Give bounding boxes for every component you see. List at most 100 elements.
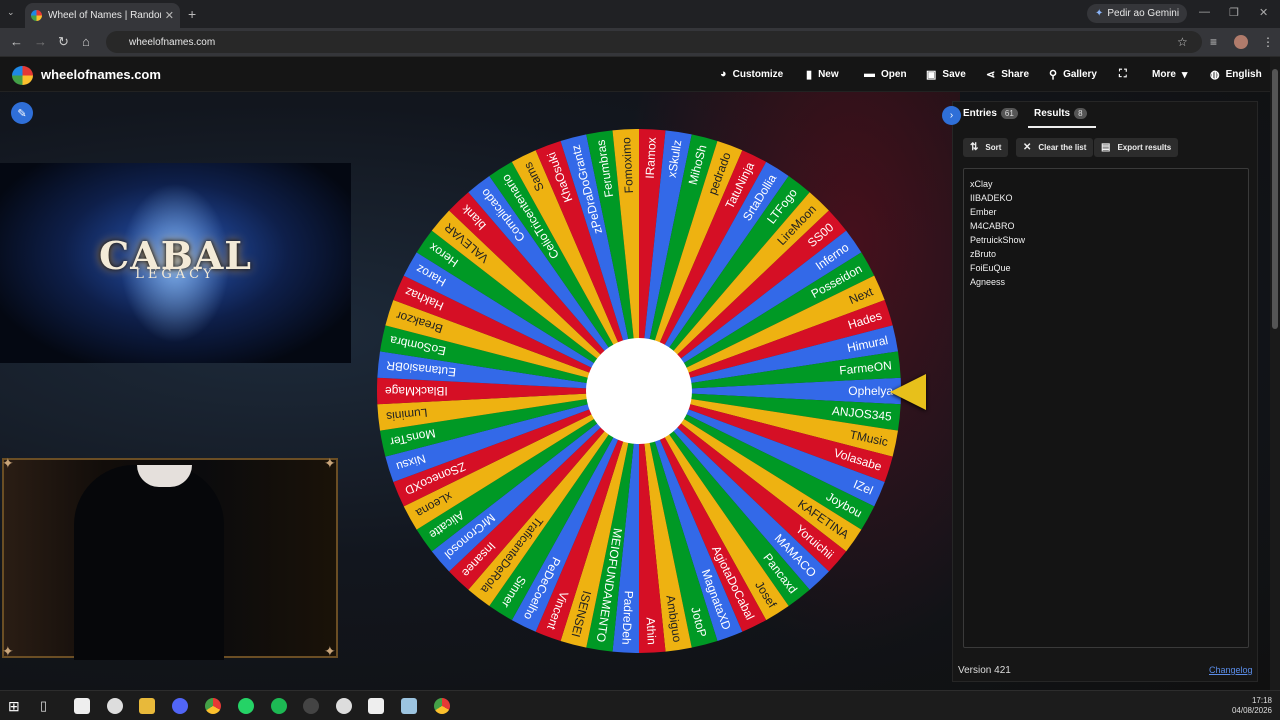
frame-corner-icon: ✦ <box>324 455 336 471</box>
wheel-entry-label: IBlackMage <box>385 384 448 398</box>
media-controls-icon[interactable]: ≡ <box>1210 35 1217 49</box>
chrome-app-icon[interactable] <box>205 698 221 714</box>
browser-tab[interactable]: Wheel of Names | Random nam ✕ <box>25 3 180 28</box>
result-item: IIBADEKO <box>970 193 1013 203</box>
sort-icon: ⇅ <box>970 142 979 153</box>
url-field[interactable]: wheelofnames.com <box>106 31 1202 53</box>
task-view-icon[interactable]: ▯ <box>40 698 56 714</box>
result-item: xClay <box>970 179 993 189</box>
system-clock[interactable]: 17:18 04/08/2026 <box>1232 696 1272 716</box>
wheel-entry-label: Ophelya <box>848 384 893 398</box>
discord-app-icon[interactable] <box>172 698 188 714</box>
scrollbar-thumb[interactable] <box>1272 69 1278 329</box>
address-bar-row: ← → ↻ ⌂ wheelofnames.com ☆ ≡ ⋮ <box>0 28 1280 57</box>
export-results-button[interactable]: ▤ Export results <box>1094 138 1179 157</box>
close-tab-icon[interactable]: ✕ <box>165 9 174 22</box>
tab-entries[interactable]: Entries 61 <box>963 108 1018 119</box>
results-count-badge: 8 <box>1074 108 1087 119</box>
clock-date: 04/08/2026 <box>1231 706 1272 715</box>
browser-menu-icon[interactable]: ⋮ <box>1262 35 1274 49</box>
person-silhouette <box>74 465 224 660</box>
share-button[interactable]: ⋖ Share <box>986 68 1029 81</box>
result-item: zBruto <box>970 249 997 259</box>
gallery-button[interactable]: ⚲ Gallery <box>1049 68 1097 81</box>
result-item: M4CABRO <box>970 221 1015 231</box>
spotify-app-icon[interactable] <box>271 698 287 714</box>
wheel-entry-label: PadreDeh <box>619 590 636 645</box>
obs-app-icon[interactable] <box>303 698 319 714</box>
app-icon[interactable] <box>107 698 123 714</box>
edit-pencil-icon[interactable]: ✎ <box>11 102 33 124</box>
file-icon: ▮ <box>806 69 813 81</box>
wheel-svg[interactable]: OphelyaANJOS345TMusicVolasabeIZelJoybouK… <box>372 124 906 658</box>
share-icon: ⋖ <box>986 69 996 81</box>
frame-corner-icon: ✦ <box>324 643 336 659</box>
customize-button[interactable]: ◕ Customize <box>720 68 783 80</box>
page-scrollbar[interactable] <box>1270 57 1280 690</box>
app-icon[interactable] <box>336 698 352 714</box>
url-text: wheelofnames.com <box>129 36 216 48</box>
save-icon: ▣ <box>926 69 937 81</box>
site-header: wheelofnames.com ◕ Customize ▮ New ▬ Open ▣… <box>0 57 1270 92</box>
new-button[interactable]: ▮ New <box>806 68 839 81</box>
collapse-panel-icon[interactable]: › <box>942 106 961 125</box>
banner-subtitle: LEGACY <box>135 267 216 282</box>
app-icon[interactable] <box>401 698 417 714</box>
minimize-icon[interactable]: — <box>1199 6 1210 18</box>
reload-icon[interactable]: ↻ <box>58 34 69 50</box>
notepad-app-icon[interactable] <box>74 698 90 714</box>
save-button[interactable]: ▣ Save <box>926 68 966 81</box>
back-icon[interactable]: ← <box>10 34 23 49</box>
entries-count-badge: 61 <box>1000 108 1018 119</box>
gemini-button[interactable]: ✦ Pedir ao Gemini <box>1087 4 1188 23</box>
fullscreen-button[interactable]: ⛶ <box>1119 68 1127 81</box>
globe-icon: ◍ <box>1210 69 1220 81</box>
chrome-app-icon[interactable] <box>434 698 450 714</box>
new-tab-icon[interactable]: + <box>188 6 196 22</box>
panel-tabs: › Entries 61 Results 8 <box>942 102 1259 128</box>
gemini-icon: ✦ <box>1095 8 1104 19</box>
result-item: Agneess <box>970 277 1006 287</box>
changelog-link[interactable]: Changelog <box>1209 665 1253 675</box>
name-wheel[interactable]: Ophelya ANJOS345 TMusic Volasabe IZel Joybou K… <box>372 124 906 658</box>
whatsapp-app-icon[interactable] <box>238 698 254 714</box>
chevron-down-icon: ▾ <box>1181 69 1188 81</box>
clear-list-button[interactable]: ✕ Clear the list <box>1016 138 1094 157</box>
more-button[interactable]: More ▾ <box>1152 68 1187 81</box>
site-logo-icon[interactable] <box>12 66 33 85</box>
file-explorer-icon[interactable] <box>139 698 155 714</box>
file-export-icon: ▤ <box>1101 142 1111 153</box>
restore-icon[interactable]: ❐ <box>1229 6 1239 19</box>
result-item: Ember <box>970 207 997 217</box>
taskbar: ⊞ ▯ 17:18 04/08/2026 <box>0 690 1280 720</box>
webcam-overlay: ✦ ✦ ✦ ✦ <box>2 455 338 660</box>
close-icon: ✕ <box>1023 142 1032 153</box>
open-button[interactable]: ▬ Open <box>864 68 907 80</box>
site-name[interactable]: wheelofnames.com <box>41 67 161 82</box>
wheel-favicon-icon <box>31 10 42 21</box>
wheel-entry-label: Fomoximo <box>619 137 636 194</box>
tab-title: Wheel of Names | Random nam <box>48 10 161 21</box>
wheel-pointer-icon <box>890 374 926 410</box>
language-button[interactable]: ◍ English <box>1210 68 1262 81</box>
search-icon: ⚲ <box>1049 69 1058 81</box>
wheel-center-hub[interactable] <box>586 338 692 444</box>
frame-corner-icon: ✦ <box>2 643 14 659</box>
profile-avatar[interactable] <box>1234 35 1248 49</box>
sort-button[interactable]: ⇅ Sort <box>963 138 1009 157</box>
tab-search-icon[interactable]: ⌄ <box>7 7 15 18</box>
window-close-icon[interactable]: ✕ <box>1259 6 1268 19</box>
bookmark-star-icon[interactable]: ☆ <box>1177 35 1188 49</box>
result-item: FoiEuQue <box>970 263 1011 273</box>
results-list[interactable]: xClay IIBADEKO Ember M4CABRO PetruickShow zBr… <box>963 168 1249 648</box>
app-icon[interactable] <box>368 698 384 714</box>
side-panel: › Entries 61 Results 8 ⇅ Sort ✕ Clear the li… <box>942 101 1259 682</box>
clock-time: 17:18 <box>1251 696 1272 705</box>
tab-results[interactable]: Results 8 <box>1034 108 1087 119</box>
fullscreen-icon: ⛶ <box>1119 68 1127 80</box>
home-icon[interactable]: ⌂ <box>82 34 90 49</box>
windows-start-icon[interactable]: ⊞ <box>8 698 24 714</box>
browser-tab-bar: ⌄ Wheel of Names | Random nam ✕ + ✦ Pedi… <box>0 0 1280 28</box>
palette-icon: ◕ <box>720 68 727 80</box>
forward-icon[interactable]: → <box>34 34 47 49</box>
